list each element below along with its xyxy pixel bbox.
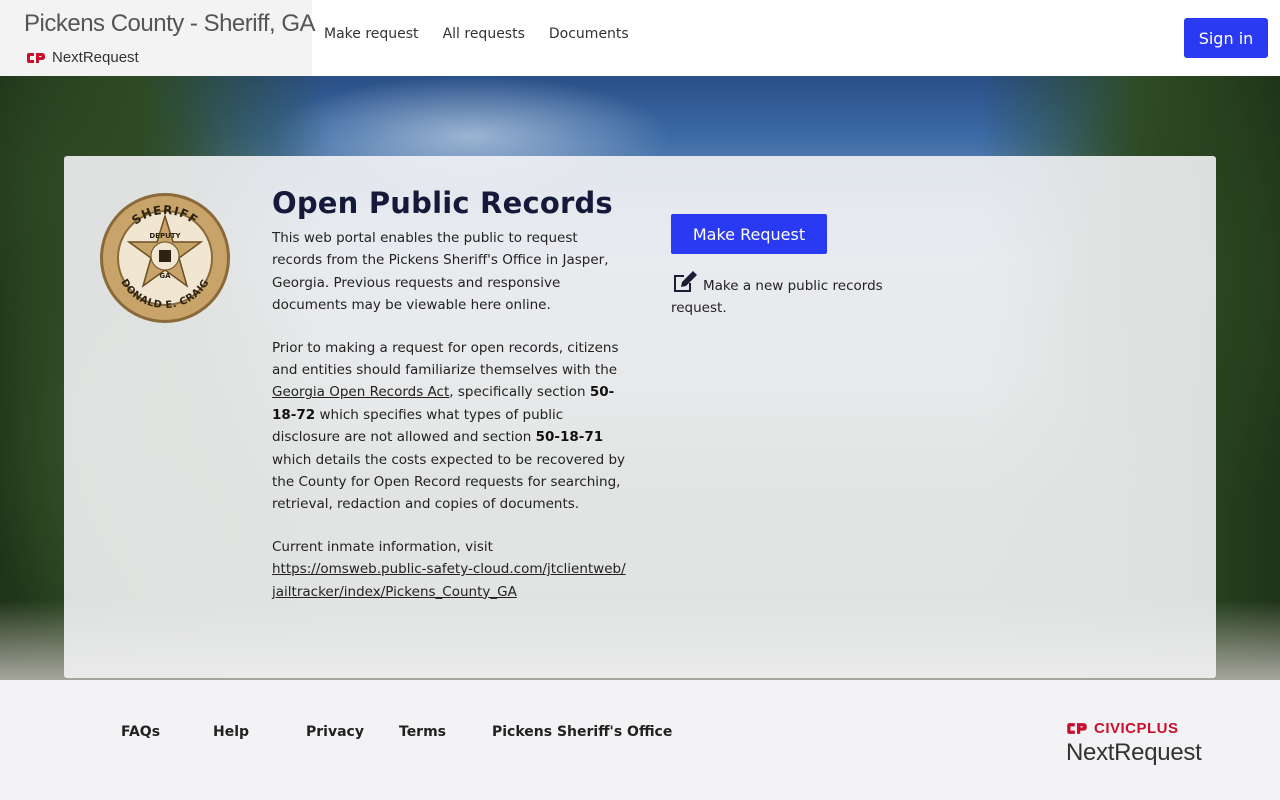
- cta-description-block: Make a new public records request.: [671, 270, 911, 319]
- civicplus-logo: CIVICPLUS NextRequest: [1066, 720, 1202, 767]
- make-request-button[interactable]: Make Request: [671, 214, 827, 254]
- intro-card: SHERIFF DONALD E. CRAIG DEPUTY GA Open P…: [64, 156, 1216, 678]
- badge-state-text: GA: [159, 272, 171, 280]
- inmate-info-text: Current inmate information, visit: [272, 538, 493, 555]
- georgia-records-act-link[interactable]: Georgia Open Records Act: [272, 384, 449, 400]
- records-act-paragraph: Prior to making a request for open recor…: [272, 337, 628, 516]
- nav-make-request[interactable]: Make request: [324, 26, 419, 42]
- civicplus-name: CIVICPLUS: [1094, 720, 1179, 737]
- main-nav: Make request All requests Documents: [324, 26, 629, 42]
- cta-description: Make a new public records request.: [671, 278, 883, 316]
- civicplus-row: CIVICPLUS: [1066, 720, 1201, 737]
- top-header: Pickens County - Sheriff, GA NextRequest…: [0, 0, 1280, 76]
- footer-sheriff-office-link[interactable]: Pickens Sheriff's Office: [492, 724, 672, 740]
- footer-privacy-link[interactable]: Privacy: [306, 724, 364, 740]
- request-cta: Make Request Make a new public records r…: [671, 214, 911, 319]
- nav-documents[interactable]: Documents: [549, 26, 629, 42]
- page-title: Open Public Records: [272, 186, 613, 220]
- site-title[interactable]: Pickens County - Sheriff, GA: [24, 10, 316, 38]
- p2-text-c: which specifies what types of public dis…: [272, 406, 564, 446]
- footer-help-link[interactable]: Help: [213, 724, 249, 740]
- intro-paragraph: This web portal enables the public to re…: [272, 230, 609, 314]
- p2-text-d: which details the costs expected to be r…: [272, 451, 626, 513]
- nav-all-requests[interactable]: All requests: [443, 26, 525, 42]
- jailtracker-link[interactable]: https://omsweb.public-safety-cloud.com/j…: [272, 561, 626, 599]
- p2-text-a: Prior to making a request for open recor…: [272, 339, 619, 379]
- nextrequest-logo-icon: [27, 52, 45, 63]
- inmate-info-paragraph: Current inmate information, visit https:…: [272, 536, 628, 603]
- edit-icon: [674, 271, 697, 292]
- p2-text-b: , specifically section: [449, 384, 590, 401]
- page-footer: FAQs Help Privacy Terms Pickens Sheriff'…: [0, 680, 1280, 800]
- footer-terms-link[interactable]: Terms: [399, 724, 446, 740]
- sheriff-badge-icon: SHERIFF DONALD E. CRAIG DEPUTY GA: [100, 193, 230, 323]
- badge-star-text: DEPUTY: [149, 232, 181, 240]
- brand-block: Pickens County - Sheriff, GA NextRequest: [0, 0, 316, 76]
- footer-faqs-link[interactable]: FAQs: [121, 724, 160, 740]
- civicplus-logo-icon: [1067, 723, 1087, 734]
- section-50-18-71: 50-18-71: [535, 429, 604, 446]
- nextrequest-logo: NextRequest: [26, 49, 139, 66]
- nextrequest-product-name: NextRequest: [1066, 739, 1202, 766]
- sign-in-button[interactable]: Sign in: [1184, 18, 1268, 58]
- main-content: Open Public Records This web portal enab…: [272, 186, 628, 603]
- logo-text: NextRequest: [52, 49, 139, 66]
